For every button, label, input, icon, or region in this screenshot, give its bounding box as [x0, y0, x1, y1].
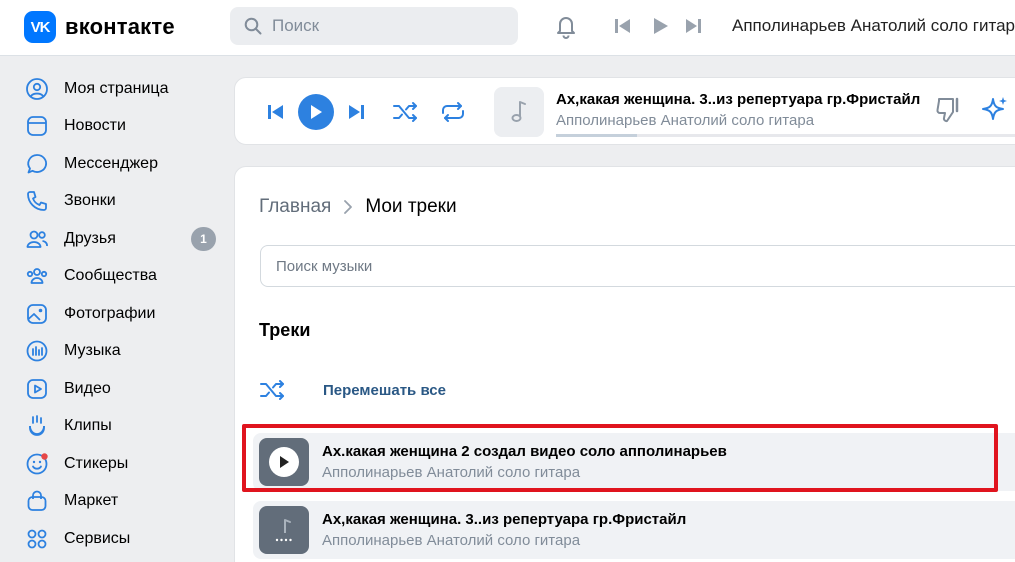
- track-cover[interactable]: [259, 506, 309, 554]
- music-icon: [24, 338, 50, 364]
- friends-icon: [24, 226, 50, 252]
- shuffle-all-label: Перемешать все: [323, 381, 446, 399]
- header-search-placeholder: Поиск: [272, 16, 320, 35]
- music-note-icon: [511, 101, 526, 122]
- services-icon: [24, 526, 50, 552]
- sparkle-icon[interactable]: [980, 95, 1010, 125]
- vk-logo-text: вконтакте: [65, 14, 175, 39]
- track-row[interactable]: Ах.какая женщина 2 создал видео соло апп…: [253, 433, 1015, 491]
- header-play-icon[interactable]: [652, 16, 670, 36]
- sidebar-item-label: Фотографии: [64, 304, 156, 322]
- shuffle-icon[interactable]: [392, 100, 420, 124]
- sidebar-item-communities[interactable]: Сообщества: [24, 258, 220, 296]
- track-row[interactable]: Ах,какая женщина. 3..из репертуара гр.Фр…: [253, 501, 1015, 559]
- player-track-title[interactable]: Ах,какая женщина. 3..из репертуара гр.Фр…: [556, 91, 920, 108]
- sidebar-item-label: Музыка: [64, 342, 121, 360]
- track-cover[interactable]: [259, 438, 309, 486]
- sidebar-item-my-page[interactable]: Моя страница: [24, 70, 220, 108]
- player-cover[interactable]: [494, 87, 544, 137]
- play-icon: [311, 105, 322, 119]
- profile-icon: [24, 76, 50, 102]
- communities-icon: [24, 263, 50, 289]
- sidebar-item-label: Маркет: [64, 492, 119, 510]
- header-now-playing[interactable]: Апполинарьев Анатолий соло гитара: [732, 16, 1015, 36]
- player-progress-fill: [556, 134, 638, 137]
- sidebar-item-label: Стикеры: [64, 454, 129, 472]
- sidebar-item-label: Новости: [64, 117, 126, 135]
- track-artist[interactable]: Апполинарьев Анатолий соло гитара: [322, 464, 580, 481]
- sidebar-item-label: Мессенджер: [64, 154, 158, 172]
- track-artist[interactable]: Апполинарьев Анатолий соло гитара: [322, 532, 580, 549]
- sidebar-item-label: Моя страница: [64, 79, 169, 97]
- sidebar-item-market[interactable]: Маркет: [24, 483, 220, 521]
- sidebar-item-clips[interactable]: Клипы: [24, 408, 220, 446]
- sidebar-item-calls[interactable]: Звонки: [24, 183, 220, 221]
- player-progress-bar[interactable]: [556, 134, 1015, 137]
- sidebar-item-label: Клипы: [64, 417, 112, 435]
- search-icon: [244, 17, 262, 35]
- vk-logo-mark: VK: [24, 11, 56, 43]
- phone-icon: [24, 188, 50, 214]
- video-icon: [24, 376, 50, 402]
- play-icon: [280, 456, 289, 468]
- vk-logo[interactable]: VK вконтакте: [24, 11, 175, 43]
- sidebar-item-label: Сервисы: [64, 529, 131, 547]
- news-icon: [24, 113, 50, 139]
- sidebar-item-news[interactable]: Новости: [24, 108, 220, 146]
- music-content: Главная Мои треки Поиск музыки Треки Пер…: [234, 166, 1015, 562]
- shuffle-icon: [260, 380, 284, 400]
- dislike-icon[interactable]: [935, 95, 963, 125]
- sidebar-item-video[interactable]: Видео: [24, 370, 220, 408]
- stickers-icon: [24, 451, 50, 477]
- repeat-icon[interactable]: [439, 100, 467, 124]
- sidebar-item-label: Друзья: [64, 229, 116, 247]
- friends-count-badge: 1: [191, 226, 216, 251]
- sidebar-item-label: Сообщества: [64, 267, 157, 285]
- sidebar-item-friends[interactable]: Друзья 1: [24, 220, 220, 258]
- music-note-icon: [275, 519, 292, 542]
- chevron-right-icon: [344, 200, 353, 214]
- track-title[interactable]: Ах.какая женщина 2 создал видео соло апп…: [322, 443, 727, 460]
- left-sidebar: Моя страница Новости Мессенджер Звонки Д…: [24, 70, 220, 558]
- sidebar-item-music[interactable]: Музыка: [24, 333, 220, 371]
- messenger-icon: [24, 151, 50, 177]
- breadcrumb: Главная Мои треки: [259, 196, 457, 218]
- music-search-input[interactable]: Поиск музыки: [260, 245, 1015, 287]
- sidebar-item-stickers[interactable]: Стикеры: [24, 445, 220, 483]
- sidebar-item-photos[interactable]: Фотографии: [24, 295, 220, 333]
- photos-icon: [24, 301, 50, 327]
- sidebar-item-messenger[interactable]: Мессенджер: [24, 145, 220, 183]
- play-button[interactable]: [298, 94, 334, 130]
- sidebar-item-services[interactable]: Сервисы: [24, 520, 220, 558]
- track-play-button[interactable]: [269, 447, 299, 477]
- music-search-placeholder: Поиск музыки: [276, 257, 373, 275]
- next-track-icon[interactable]: [347, 103, 365, 121]
- header-prev-icon[interactable]: [614, 16, 632, 36]
- header-next-icon[interactable]: [684, 16, 702, 36]
- clips-icon: [24, 413, 50, 439]
- shuffle-all-button[interactable]: Перемешать все: [259, 379, 446, 401]
- top-header: VK вконтакте Поиск Апполинарьев Анатолий…: [0, 0, 1015, 56]
- prev-track-icon[interactable]: [267, 103, 285, 121]
- audio-player: Ах,какая женщина. 3..из репертуара гр.Фр…: [234, 77, 1015, 145]
- breadcrumb-current: Мои треки: [365, 196, 457, 217]
- bell-icon[interactable]: [552, 12, 580, 40]
- sidebar-item-label: Видео: [64, 379, 111, 397]
- market-icon: [24, 488, 50, 514]
- header-search-input[interactable]: Поиск: [230, 7, 518, 45]
- player-track-artist[interactable]: Апполинарьев Анатолий соло гитара: [556, 112, 814, 129]
- track-title[interactable]: Ах,какая женщина. 3..из репертуара гр.Фр…: [322, 511, 686, 528]
- sidebar-item-label: Звонки: [64, 192, 116, 210]
- tracks-section-title: Треки: [259, 320, 311, 340]
- breadcrumb-home-link[interactable]: Главная: [259, 196, 331, 218]
